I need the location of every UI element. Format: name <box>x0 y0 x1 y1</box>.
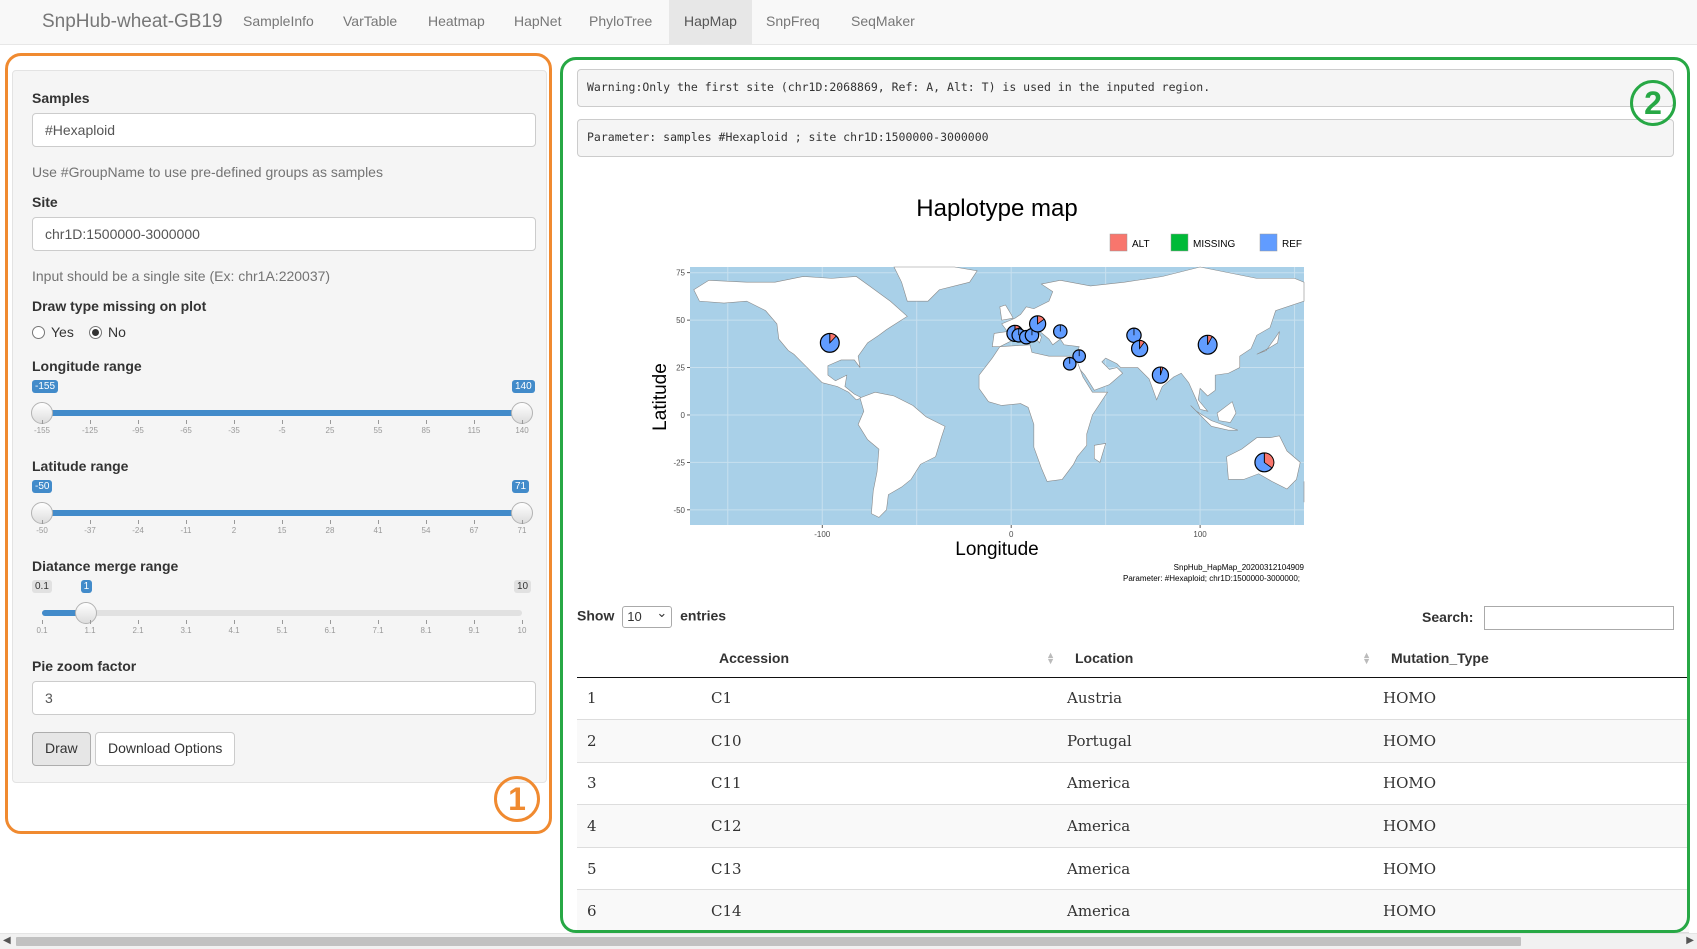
annotation-number-1: 1 <box>494 776 540 822</box>
nav-tab-phylotree[interactable]: PhyloTree <box>574 0 667 45</box>
nav-tab-sampleinfo[interactable]: SampleInfo <box>228 0 329 45</box>
nav-tab-hapnet[interactable]: HapNet <box>499 0 576 45</box>
annotation-frame-2 <box>560 57 1690 933</box>
scroll-left-icon[interactable]: ◀ <box>3 935 11 946</box>
horizontal-scrollbar[interactable]: ◀ ▶ <box>0 933 1697 949</box>
nav-tab-seqmaker[interactable]: SeqMaker <box>836 0 930 45</box>
scrollbar-thumb[interactable] <box>16 937 1521 946</box>
nav-tab-hapmap[interactable]: HapMap <box>669 0 752 45</box>
nav-tab-snpfreq[interactable]: SnpFreq <box>751 0 835 45</box>
annotation-number-2: 2 <box>1630 80 1676 126</box>
nav-tab-heatmap[interactable]: Heatmap <box>413 0 500 45</box>
navbar: SnpHub-wheat-GB19 SampleInfo VarTable He… <box>0 0 1697 45</box>
nav-tab-vartable[interactable]: VarTable <box>328 0 412 45</box>
app-brand[interactable]: SnpHub-wheat-GB19 <box>42 11 223 33</box>
scroll-right-icon[interactable]: ▶ <box>1686 935 1694 946</box>
annotation-frame-1 <box>5 53 552 834</box>
